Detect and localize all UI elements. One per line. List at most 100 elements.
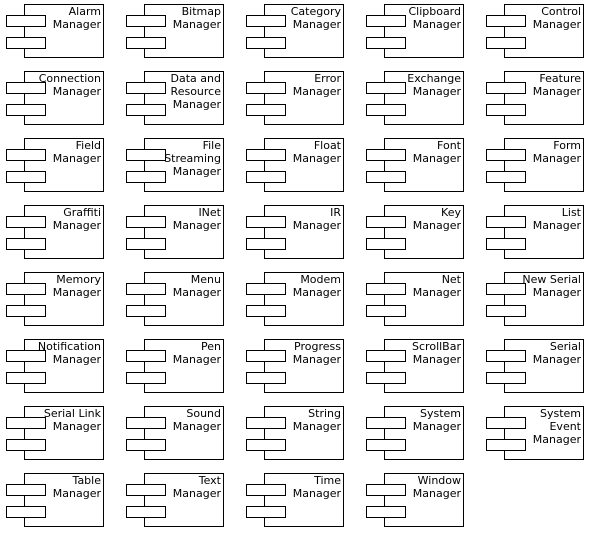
component-clipboard-manager[interactable]: Clipboard Manager (366, 4, 464, 58)
component-sound-manager[interactable]: Sound Manager (126, 406, 224, 460)
component-time-manager[interactable]: Time Manager (246, 473, 344, 527)
component-label: Connection Manager (38, 72, 101, 98)
component-label: Progress Manager (292, 340, 341, 366)
component-label: Bitmap Manager (172, 5, 221, 31)
component-scrollbar-manager[interactable]: ScrollBar Manager (366, 339, 464, 393)
component-port-lower-icon (366, 372, 406, 384)
component-port-lower-icon (366, 104, 406, 116)
component-label: Clipboard Manager (408, 5, 461, 31)
component-inet-manager[interactable]: INet Manager (126, 205, 224, 259)
component-label: Data and Resource Manager (170, 72, 221, 111)
component-notification-manager[interactable]: Notification Manager (6, 339, 104, 393)
component-port-lower-icon (246, 439, 286, 451)
component-label: Text Manager (172, 474, 221, 500)
component-pen-manager[interactable]: Pen Manager (126, 339, 224, 393)
component-port-lower-icon (486, 104, 526, 116)
component-progress-manager[interactable]: Progress Manager (246, 339, 344, 393)
component-label: New Serial Manager (522, 273, 581, 299)
component-label: Notification Manager (37, 340, 101, 366)
component-label: Table Manager (52, 474, 101, 500)
component-table-manager[interactable]: Table Manager (6, 473, 104, 527)
component-label: Time Manager (292, 474, 341, 500)
component-feature-manager[interactable]: Feature Manager (486, 71, 584, 125)
component-net-manager[interactable]: Net Manager (366, 272, 464, 326)
component-port-lower-icon (246, 37, 286, 49)
component-form-manager[interactable]: Form Manager (486, 138, 584, 192)
component-port-lower-icon (126, 439, 166, 451)
component-label: System Event Manager (532, 407, 581, 446)
component-port-lower-icon (6, 372, 46, 384)
component-port-lower-icon (126, 37, 166, 49)
component-label: Serial Link Manager (43, 407, 101, 433)
component-label: Error Manager (292, 72, 341, 98)
component-port-lower-icon (6, 439, 46, 451)
component-label: Alarm Manager (52, 5, 101, 31)
component-connection-manager[interactable]: Connection Manager (6, 71, 104, 125)
component-port-lower-icon (246, 305, 286, 317)
component-font-manager[interactable]: Font Manager (366, 138, 464, 192)
component-memory-manager[interactable]: Memory Manager (6, 272, 104, 326)
component-label: Modem Manager (292, 273, 341, 299)
component-label: Key Manager (412, 206, 461, 232)
component-port-lower-icon (486, 372, 526, 384)
component-label: File Streaming Manager (164, 139, 221, 178)
component-label: Window Manager (412, 474, 461, 500)
component-system-manager[interactable]: System Manager (366, 406, 464, 460)
component-label: Exchange Manager (407, 72, 461, 98)
component-label: Form Manager (532, 139, 581, 165)
component-exchange-manager[interactable]: Exchange Manager (366, 71, 464, 125)
component-port-lower-icon (366, 37, 406, 49)
component-port-lower-icon (126, 305, 166, 317)
component-port-lower-icon (6, 104, 46, 116)
component-graffiti-manager[interactable]: Graffiti Manager (6, 205, 104, 259)
component-error-manager[interactable]: Error Manager (246, 71, 344, 125)
component-label: Feature Manager (532, 72, 581, 98)
component-serial-manager[interactable]: Serial Manager (486, 339, 584, 393)
component-port-lower-icon (126, 506, 166, 518)
component-label: Net Manager (412, 273, 461, 299)
component-port-lower-icon (6, 506, 46, 518)
component-port-lower-icon (6, 305, 46, 317)
component-category-manager[interactable]: Category Manager (246, 4, 344, 58)
component-port-lower-icon (246, 506, 286, 518)
component-label: Graffiti Manager (52, 206, 101, 232)
component-modem-manager[interactable]: Modem Manager (246, 272, 344, 326)
component-port-lower-icon (246, 104, 286, 116)
component-label: Category Manager (290, 5, 341, 31)
component-control-manager[interactable]: Control Manager (486, 4, 584, 58)
component-port-lower-icon (366, 439, 406, 451)
component-new-serial-manager[interactable]: New Serial Manager (486, 272, 584, 326)
component-bitmap-manager[interactable]: Bitmap Manager (126, 4, 224, 58)
component-system-event-manager[interactable]: System Event Manager (486, 406, 584, 460)
component-menu-manager[interactable]: Menu Manager (126, 272, 224, 326)
component-alarm-manager[interactable]: Alarm Manager (6, 4, 104, 58)
component-port-lower-icon (126, 238, 166, 250)
component-key-manager[interactable]: Key Manager (366, 205, 464, 259)
component-port-lower-icon (366, 238, 406, 250)
component-label: Field Manager (52, 139, 101, 165)
component-list-manager[interactable]: List Manager (486, 205, 584, 259)
component-label: Font Manager (412, 139, 461, 165)
component-serial-link-manager[interactable]: Serial Link Manager (6, 406, 104, 460)
component-data-and-resource-manager[interactable]: Data and Resource Manager (126, 71, 224, 125)
component-string-manager[interactable]: String Manager (246, 406, 344, 460)
component-diagram-canvas: Alarm Manager Bitmap Manager Category Mana… (0, 0, 608, 544)
component-label: Float Manager (292, 139, 341, 165)
component-port-lower-icon (486, 305, 526, 317)
component-float-manager[interactable]: Float Manager (246, 138, 344, 192)
component-port-lower-icon (366, 171, 406, 183)
component-label: INet Manager (172, 206, 221, 232)
component-label: Serial Manager (532, 340, 581, 366)
component-port-lower-icon (246, 372, 286, 384)
component-window-manager[interactable]: Window Manager (366, 473, 464, 527)
component-ir-manager[interactable]: IR Manager (246, 205, 344, 259)
component-file-streaming-manager[interactable]: File Streaming Manager (126, 138, 224, 192)
component-field-manager[interactable]: Field Manager (6, 138, 104, 192)
component-port-lower-icon (6, 238, 46, 250)
component-port-lower-icon (246, 171, 286, 183)
component-label: ScrollBar Manager (412, 340, 461, 366)
component-text-manager[interactable]: Text Manager (126, 473, 224, 527)
component-label: List Manager (532, 206, 581, 232)
component-port-lower-icon (6, 37, 46, 49)
component-port-lower-icon (486, 37, 526, 49)
